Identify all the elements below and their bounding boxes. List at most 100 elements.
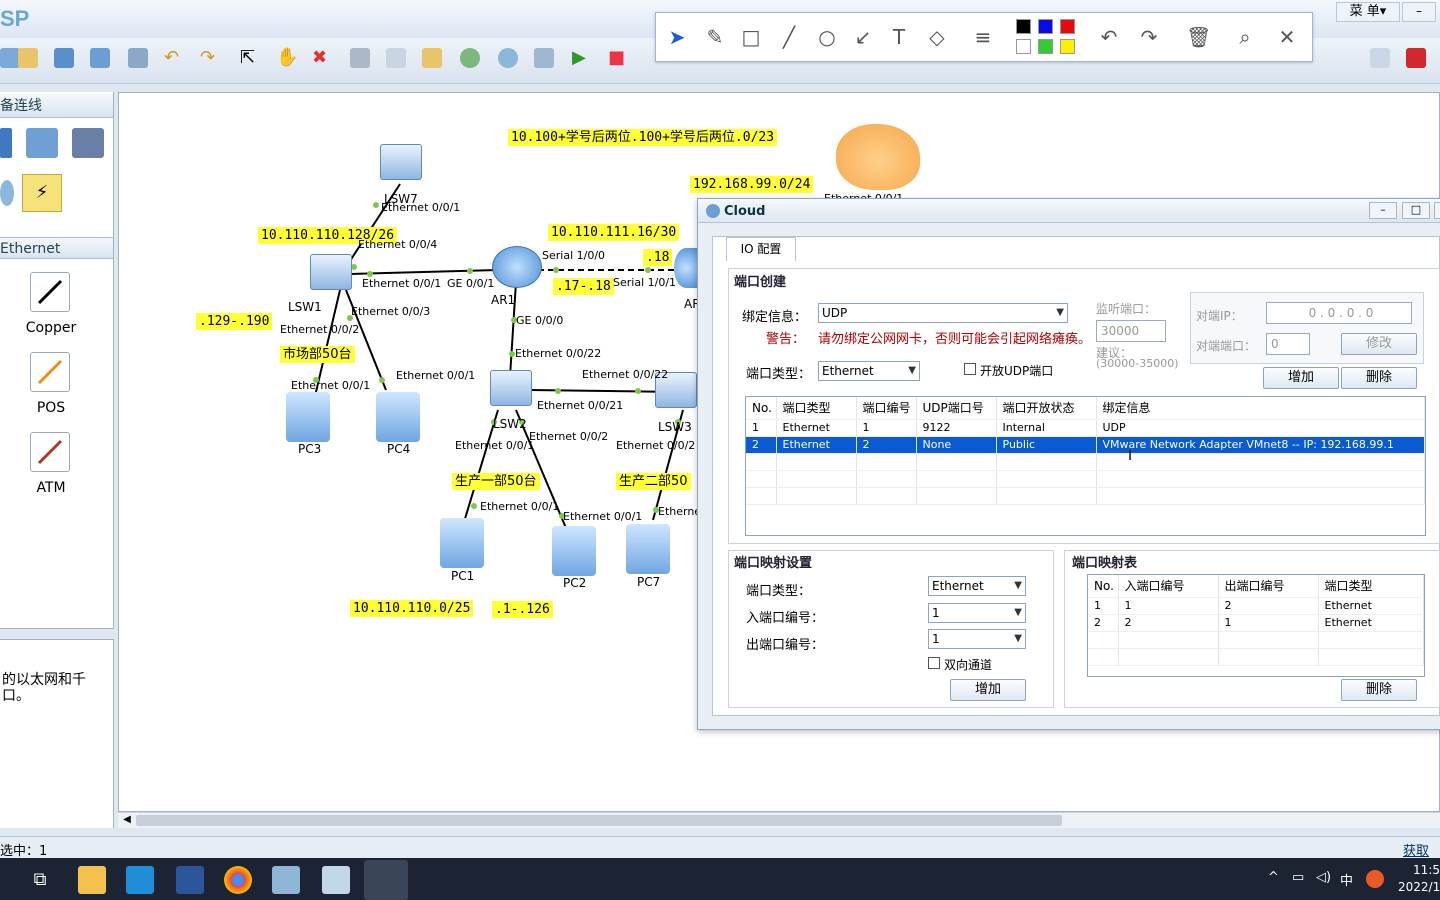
- ellipse-icon[interactable]: ○: [816, 26, 838, 48]
- column-header[interactable]: 端口开放状态: [996, 397, 1097, 420]
- add-port-button[interactable]: 增加: [1263, 367, 1339, 389]
- cloud-minimize-button[interactable]: –: [1369, 202, 1397, 219]
- cloud-device-icon[interactable]: [0, 180, 14, 206]
- ensp-taskbar-icon[interactable]: [364, 860, 408, 900]
- ar1-router[interactable]: [492, 246, 542, 288]
- peer-ip-input[interactable]: 0 . 0 . 0 . 0: [1266, 302, 1412, 324]
- fit-icon[interactable]: [534, 48, 554, 68]
- text-note-icon[interactable]: [386, 48, 406, 68]
- connection-device-icon[interactable]: ⚡: [22, 174, 62, 212]
- column-header[interactable]: 出端口编号: [1218, 575, 1319, 598]
- in-port-select[interactable]: 1 ▼: [928, 603, 1026, 623]
- note-prod1-dept[interactable]: 生产一部50台: [452, 473, 540, 490]
- table-row[interactable]: 1 1 2 Ethernet: [1088, 597, 1424, 615]
- draw-undo-icon[interactable]: ↶: [1098, 26, 1120, 48]
- chrome-icon[interactable]: [224, 866, 252, 894]
- start-icon[interactable]: ▶: [572, 48, 592, 68]
- menu-button[interactable]: 菜 单▾: [1336, 2, 1400, 22]
- line-width-icon[interactable]: ≡: [972, 26, 994, 48]
- column-header[interactable]: 绑定信息: [1096, 397, 1425, 420]
- word-icon[interactable]: [176, 866, 204, 894]
- pc2-computer[interactable]: [552, 526, 596, 576]
- atm-cable-icon[interactable]: [30, 432, 70, 472]
- app-icon[interactable]: [272, 866, 300, 894]
- color-blue-swatch[interactable]: [1038, 19, 1053, 34]
- cloud-maximize-button[interactable]: □: [1402, 202, 1430, 219]
- modify-button[interactable]: 修改: [1341, 333, 1417, 355]
- pc1-computer[interactable]: [440, 518, 484, 568]
- redo-icon[interactable]: ↷: [200, 48, 220, 68]
- minimize-button[interactable]: –: [1402, 2, 1436, 22]
- scroll-left-arrow-icon[interactable]: ◀: [120, 812, 134, 828]
- chevron-up-icon[interactable]: ^: [1268, 870, 1279, 885]
- out-port-select[interactable]: 1 ▼: [928, 629, 1026, 649]
- zoom-in-icon[interactable]: [460, 48, 480, 68]
- copper-cable-icon[interactable]: [30, 272, 70, 312]
- router-device-icon[interactable]: [0, 128, 12, 158]
- column-header[interactable]: No.: [1088, 575, 1119, 598]
- select-icon[interactable]: ⇱: [240, 48, 260, 68]
- pc7-computer[interactable]: [626, 524, 670, 574]
- color-yellow-swatch[interactable]: [1060, 39, 1075, 54]
- scrollbar-thumb[interactable]: [136, 815, 1062, 826]
- trash-icon[interactable]: 🗑: [1186, 26, 1211, 48]
- ime-indicator[interactable]: 中: [1340, 870, 1353, 889]
- search-icon[interactable]: ⌕: [1234, 26, 1256, 48]
- lsw1-switch[interactable]: [310, 254, 352, 290]
- column-header[interactable]: 端口类型: [1318, 575, 1424, 598]
- chat-icon[interactable]: [1370, 48, 1390, 68]
- note-ip-18[interactable]: .18: [643, 249, 673, 266]
- pc3-computer[interactable]: [286, 392, 330, 442]
- bidirectional-checkbox[interactable]: [928, 657, 940, 669]
- new-icon[interactable]: [0, 48, 20, 68]
- palette-icon[interactable]: [422, 48, 442, 68]
- firewall-device-icon[interactable]: [72, 128, 104, 158]
- note-subnet-cloud[interactable]: 192.168.99.0/24: [690, 176, 814, 193]
- column-header[interactable]: 端口类型: [776, 397, 857, 420]
- stop-icon[interactable]: ■: [608, 48, 628, 68]
- listen-port-input[interactable]: 30000: [1096, 320, 1166, 342]
- note-ip-range-market[interactable]: .129-.190: [196, 313, 273, 330]
- column-header[interactable]: 端口编号: [856, 397, 917, 420]
- delete-mapping-button[interactable]: 删除: [1341, 679, 1417, 701]
- volume-icon[interactable]: ◁): [1316, 870, 1331, 885]
- hand-icon[interactable]: ✋: [276, 48, 298, 68]
- network-icon[interactable]: ▭: [1292, 870, 1304, 885]
- delete-icon[interactable]: ✖: [312, 48, 332, 68]
- peer-port-input[interactable]: 0: [1266, 333, 1310, 355]
- lsw2-switch[interactable]: [490, 370, 532, 406]
- cloud-window-titlebar[interactable]: [698, 199, 1440, 223]
- color-white-swatch[interactable]: [1016, 39, 1031, 54]
- column-header[interactable]: UDP端口号: [916, 397, 997, 420]
- cloud-close-button[interactable]: [1434, 202, 1440, 219]
- wireless-device-icon[interactable]: [26, 128, 58, 158]
- port-type-select[interactable]: Ethernet ▼: [818, 361, 920, 381]
- open-icon[interactable]: [18, 48, 38, 68]
- sogou-icon[interactable]: [1366, 870, 1384, 888]
- pencil-icon[interactable]: ✎: [704, 26, 726, 48]
- pc4-computer[interactable]: [376, 392, 420, 442]
- draw-redo-icon[interactable]: ↷: [1138, 26, 1160, 48]
- wireshark-icon[interactable]: [322, 866, 350, 894]
- color-black-swatch[interactable]: [1016, 19, 1031, 34]
- column-header[interactable]: No.: [746, 397, 777, 420]
- system-clock[interactable]: 11:5 2022/1: [1398, 862, 1440, 896]
- file-explorer-icon[interactable]: [78, 866, 106, 894]
- virtualbox-icon[interactable]: [126, 866, 154, 894]
- table-row[interactable]: 2 2 1 Ethernet: [1088, 614, 1424, 632]
- column-header[interactable]: 入端口编号: [1118, 575, 1219, 598]
- cloud-device[interactable]: [836, 124, 920, 190]
- save-icon[interactable]: [54, 48, 74, 68]
- note-subnet-prod[interactable]: 10.110.110.0/25: [350, 600, 474, 617]
- delete-port-button[interactable]: 删除: [1341, 367, 1417, 389]
- save-as-icon[interactable]: [90, 48, 110, 68]
- lsw7-switch[interactable]: [380, 144, 422, 180]
- eraser-icon[interactable]: ◇: [926, 26, 948, 48]
- udp-open-checkbox[interactable]: [964, 363, 976, 375]
- color-red-swatch[interactable]: [1060, 19, 1075, 34]
- close-icon[interactable]: ✕: [1276, 26, 1298, 48]
- print-icon[interactable]: [128, 48, 148, 68]
- note-subnet-main[interactable]: 10.100+学号后两位.100+学号后两位.0/23: [508, 129, 778, 146]
- pointer-icon[interactable]: ➤: [666, 26, 688, 48]
- tab-io-config[interactable]: IO 配置: [726, 237, 796, 261]
